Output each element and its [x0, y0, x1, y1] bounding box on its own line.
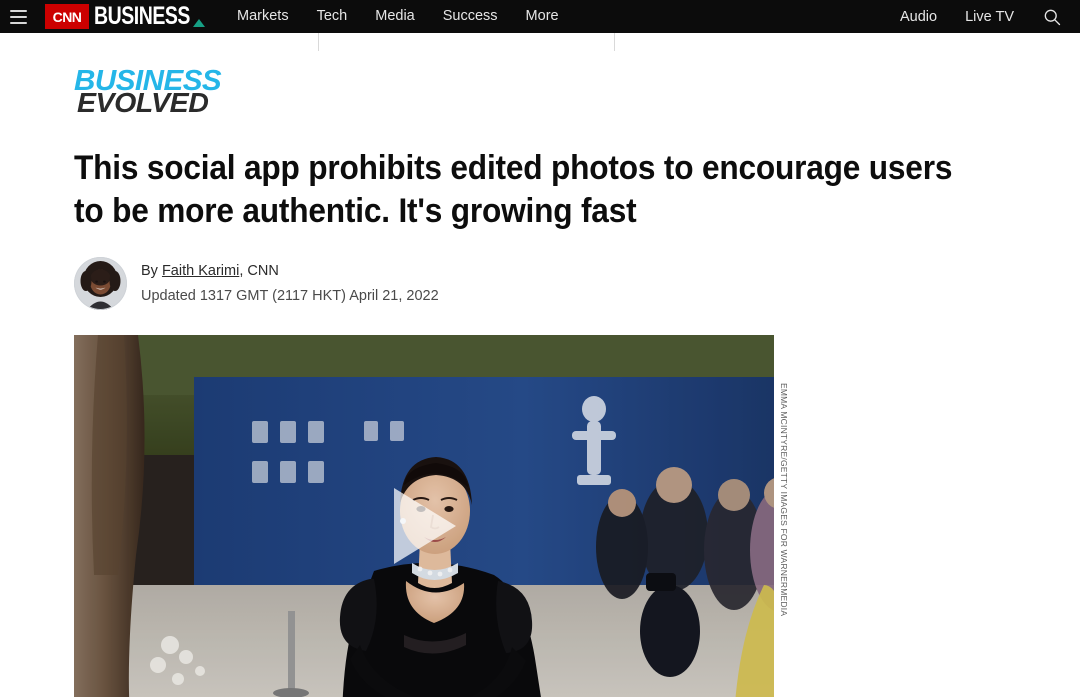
- cnn-business-logo[interactable]: CNN BUSINESS: [45, 0, 206, 33]
- main-navigation: Markets Tech Media Success More: [237, 0, 559, 33]
- author-avatar[interactable]: [74, 256, 127, 310]
- layout-grid-dividers: [0, 33, 1080, 51]
- nav-item-success[interactable]: Success: [443, 0, 498, 33]
- nav-item-markets[interactable]: Markets: [237, 0, 289, 33]
- grid-divider-line: [614, 33, 615, 51]
- header-utility-nav: Audio Live TV: [900, 0, 1080, 33]
- nav-item-tech[interactable]: Tech: [317, 0, 348, 33]
- grid-divider-line: [318, 33, 319, 51]
- triangle-up-icon: [193, 18, 206, 27]
- hamburger-line: [9, 15, 27, 18]
- hero-video-thumbnail[interactable]: [74, 334, 774, 697]
- nav-item-more[interactable]: More: [526, 0, 559, 33]
- nav-item-audio[interactable]: Audio: [900, 9, 937, 25]
- hamburger-line: [9, 21, 27, 24]
- photo-credit-text: EMMA MCINTYRE/GETTY IMAGES FOR WARNERMED…: [779, 382, 789, 616]
- byline-text: By Faith Karimi, CNN Updated 1317 GMT (2…: [141, 257, 439, 309]
- nav-item-live-tv[interactable]: Live TV: [965, 9, 1014, 25]
- article-headline: This social app prohibits edited photos …: [74, 149, 953, 230]
- search-icon[interactable]: [1042, 7, 1062, 27]
- byline-timestamp: Updated 1317 GMT (2117 HKT) April 21, 20…: [141, 288, 439, 305]
- nav-item-media[interactable]: Media: [375, 0, 415, 33]
- site-header: CNN BUSINESS Markets Tech Media Success …: [0, 0, 1080, 33]
- byline-prefix: By: [141, 262, 162, 279]
- cnn-logo-icon: CNN: [45, 4, 89, 29]
- business-evolved-logo[interactable]: BUSINESS EVOLVED: [74, 67, 374, 125]
- hero-media: EMMA MCINTYRE/GETTY IMAGES FOR WARNERMED…: [74, 334, 794, 697]
- byline: By Faith Karimi, CNN Updated 1317 GMT (2…: [74, 256, 1056, 310]
- section-name: BUSINESS: [94, 2, 190, 30]
- byline-author-line: By Faith Karimi, CNN: [141, 261, 439, 283]
- article-page: BUSINESS EVOLVED This social app prohibi…: [0, 67, 1080, 697]
- byline-suffix: , CNN: [239, 262, 279, 279]
- author-link[interactable]: Faith Karimi: [162, 263, 239, 279]
- play-triangle-icon[interactable]: [386, 484, 462, 568]
- series-logo-line-2: EVOLVED: [77, 87, 209, 118]
- article-content: BUSINESS EVOLVED This social app prohibi…: [0, 67, 1080, 697]
- hamburger-line: [9, 9, 27, 12]
- hamburger-menu-icon[interactable]: [0, 0, 36, 33]
- cnn-logo-text: CNN: [52, 8, 82, 25]
- photo-credit-strip: EMMA MCINTYRE/GETTY IMAGES FOR WARNERMED…: [774, 334, 794, 697]
